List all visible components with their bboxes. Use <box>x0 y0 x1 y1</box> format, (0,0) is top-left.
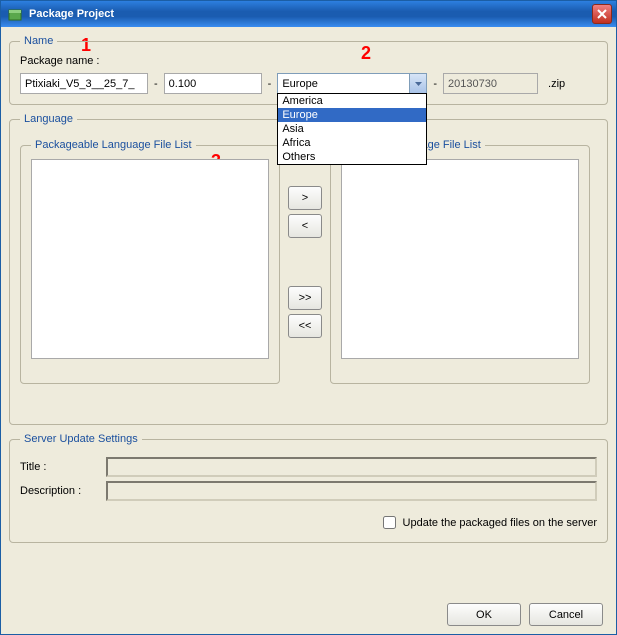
region-option-others[interactable]: Others <box>278 150 426 164</box>
title-field <box>106 457 597 477</box>
packageable-listbox[interactable] <box>31 159 269 359</box>
name-group: Name Package name : - - Europe <box>9 35 608 105</box>
description-label: Description : <box>20 485 100 497</box>
server-legend: Server Update Settings <box>20 433 142 445</box>
region-dropdown: America Europe Asia Africa Others <box>277 93 427 165</box>
ok-button[interactable]: OK <box>447 603 521 626</box>
language-legend: Language <box>20 113 77 125</box>
version-field[interactable] <box>164 73 262 94</box>
package-name-field[interactable] <box>20 73 148 94</box>
region-select[interactable]: Europe <box>277 73 427 94</box>
server-settings-group: Server Update Settings Title : Descripti… <box>9 433 608 543</box>
package-icon <box>7 6 23 22</box>
chevron-down-icon <box>409 74 426 93</box>
region-selected-value: Europe <box>282 78 317 90</box>
packageable-legend: Packageable Language File List <box>31 139 196 151</box>
selected-list-group: Selected Language File List <box>330 139 590 384</box>
separator: - <box>431 78 439 90</box>
window-title: Package Project <box>29 8 592 20</box>
title-label: Title : <box>20 461 100 473</box>
extension-label: .zip <box>548 78 565 90</box>
remove-all-button[interactable]: << <box>288 314 322 338</box>
update-server-label: Update the packaged files on the server <box>403 517 597 529</box>
remove-button[interactable]: < <box>288 214 322 238</box>
region-option-europe[interactable]: Europe <box>278 108 426 122</box>
selected-listbox[interactable] <box>341 159 579 359</box>
region-option-america[interactable]: America <box>278 94 426 108</box>
update-server-checkbox[interactable] <box>383 516 396 529</box>
separator: - <box>152 78 160 90</box>
package-name-label: Package name : <box>20 55 100 67</box>
close-icon <box>597 9 607 19</box>
cancel-button[interactable]: Cancel <box>529 603 603 626</box>
description-field <box>106 481 597 501</box>
add-button[interactable]: > <box>288 186 322 210</box>
separator: - <box>266 78 274 90</box>
packageable-list-group: Packageable Language File List <box>20 139 280 384</box>
region-option-africa[interactable]: Africa <box>278 136 426 150</box>
date-field <box>443 73 538 94</box>
add-all-button[interactable]: >> <box>288 286 322 310</box>
package-project-dialog: Package Project 1 2 3 Name Package name … <box>0 0 617 635</box>
titlebar[interactable]: Package Project <box>1 1 616 27</box>
region-option-asia[interactable]: Asia <box>278 122 426 136</box>
close-button[interactable] <box>592 4 612 24</box>
name-legend: Name <box>20 35 57 47</box>
